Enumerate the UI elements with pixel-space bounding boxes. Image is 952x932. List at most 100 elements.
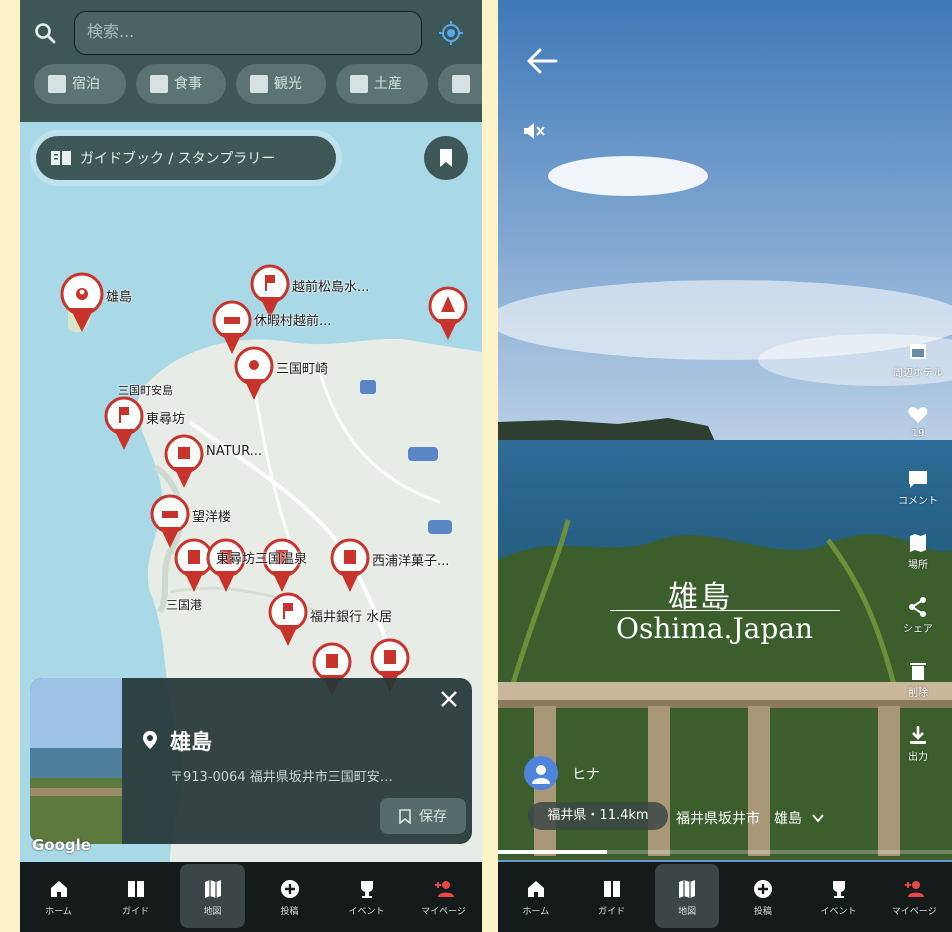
- overlay-divider: [610, 610, 840, 611]
- nav-home[interactable]: ホーム: [20, 862, 97, 932]
- share-icon: [909, 597, 926, 617]
- flag-icon: [250, 75, 268, 93]
- search-input[interactable]: 検索...: [74, 11, 422, 55]
- trash-icon: [910, 663, 926, 680]
- nav-label: イベント: [348, 906, 385, 917]
- video-progress-bar[interactable]: [498, 850, 952, 854]
- map-icon: [204, 879, 221, 898]
- pin-label: 三国港: [166, 598, 203, 612]
- close-icon[interactable]: [440, 690, 458, 708]
- nav-map[interactable]: 地図: [174, 862, 251, 932]
- nav-label: 地図: [203, 906, 222, 917]
- nav-label: 投稿: [753, 906, 772, 917]
- map-pin-boyoro[interactable]: [150, 494, 190, 548]
- comment-button[interactable]: コメント: [884, 468, 952, 507]
- place-button[interactable]: 場所: [884, 532, 952, 571]
- nav-label: ホーム: [522, 906, 550, 917]
- category-chip-lodging[interactable]: 宿泊: [34, 64, 126, 104]
- map-screen: 検索... 宿泊 食事 観光 土産 ガイドブック / スタンプラリー 雄島 越前…: [20, 0, 482, 932]
- map-pin-park[interactable]: [428, 286, 468, 340]
- map-pin-food-4[interactable]: [330, 538, 370, 592]
- category-chip-dining[interactable]: 食事: [136, 64, 226, 104]
- pin-label: 東尋坊三国温泉: [216, 552, 308, 567]
- category-chip-souvenir[interactable]: 土産: [336, 64, 428, 104]
- place-thumbnail[interactable]: [30, 678, 122, 844]
- category-chip-shrine[interactable]: [438, 64, 482, 104]
- pin-label: 雄島: [106, 290, 133, 305]
- pin-label: NATUR...: [206, 444, 263, 459]
- locate-icon[interactable]: [438, 20, 464, 46]
- map-pin-place[interactable]: [234, 346, 274, 400]
- export-button[interactable]: 出力: [884, 724, 952, 763]
- map-canvas[interactable]: ガイドブック / スタンプラリー 雄島 越前松島水... 休暇村越前... 三国…: [20, 122, 482, 862]
- pin-label: 三国町安島: [118, 384, 173, 397]
- nav-label: イベント: [820, 906, 857, 917]
- category-chip-sightseeing[interactable]: 観光: [236, 64, 326, 104]
- nav-mypage[interactable]: マイページ: [405, 862, 482, 932]
- user-avatar[interactable]: [524, 756, 558, 790]
- category-label: 宿泊: [72, 76, 100, 92]
- search-row: 検索...: [30, 10, 474, 56]
- action-label: 場所: [908, 560, 928, 571]
- save-button[interactable]: 保存: [380, 798, 466, 834]
- like-count: 19: [911, 428, 925, 439]
- category-filter-row: 宿泊 食事 観光 土産: [34, 64, 482, 104]
- location-text: 福井県坂井市 雄島: [676, 811, 802, 827]
- download-icon: [910, 726, 926, 744]
- video-progress-fill: [498, 850, 607, 854]
- like-button[interactable]: 19: [884, 404, 952, 439]
- nav-label: 地図: [678, 906, 697, 917]
- map-pin-flag-2[interactable]: [268, 592, 308, 646]
- mute-icon[interactable]: [522, 120, 546, 142]
- category-label: 土産: [374, 76, 402, 92]
- nav-guide[interactable]: ガイド: [97, 862, 174, 932]
- top-bar: 検索... 宿泊 食事 観光 土産: [20, 0, 482, 122]
- map-icon: [679, 879, 696, 898]
- map-pin-oshima[interactable]: [60, 272, 104, 332]
- share-button[interactable]: シェア: [884, 596, 952, 635]
- trophy-icon: [360, 880, 373, 898]
- nav-post[interactable]: 投稿: [725, 862, 801, 932]
- back-arrow-icon[interactable]: [526, 48, 558, 74]
- nearby-hotel-button[interactable]: 周辺ホテル: [884, 340, 952, 379]
- map-attribution: Google: [32, 836, 91, 854]
- plus-circle-icon: [280, 879, 299, 898]
- overlay-subtitle: Oshima.Japan: [616, 612, 814, 645]
- nav-mypage[interactable]: マイページ: [876, 862, 952, 932]
- add-user-icon: [434, 880, 454, 897]
- nav-label: ホーム: [45, 906, 72, 917]
- nav-event[interactable]: イベント: [328, 862, 405, 932]
- pin-label: 休暇村越前...: [254, 314, 332, 329]
- gift-icon: [350, 75, 368, 93]
- map-pin-food-1[interactable]: [174, 538, 214, 592]
- nav-label: マイページ: [891, 906, 937, 917]
- map-pin-natur[interactable]: [164, 434, 204, 488]
- user-icon: [532, 765, 550, 784]
- user-name[interactable]: ヒナ: [572, 764, 600, 784]
- restaurant-icon: [150, 75, 168, 93]
- map-pin-tojinbo[interactable]: [104, 396, 144, 450]
- nav-event[interactable]: イベント: [801, 862, 877, 932]
- bottom-nav: ホーム ガイド 地図 投稿 イベント マイページ: [498, 862, 952, 932]
- action-label: 出力: [908, 752, 928, 763]
- nav-post[interactable]: 投稿: [251, 862, 328, 932]
- bottom-nav: ホーム ガイド 地図 投稿 イベント マイページ: [20, 862, 482, 932]
- nav-map[interactable]: 地図: [649, 862, 725, 932]
- pin-label: 西浦洋菓子...: [372, 554, 450, 569]
- distance-chip: 福井県・11.4km: [528, 802, 668, 830]
- place-info-card[interactable]: 雄島 〒913-0064 福井県坂井市三国町安… 保存: [30, 678, 472, 844]
- action-label: シェア: [903, 624, 933, 635]
- pin-label: 福井銀行 水居: [310, 610, 393, 625]
- action-label: 削除: [908, 688, 928, 699]
- nav-home[interactable]: ホーム: [498, 862, 574, 932]
- place-title: 雄島: [170, 730, 212, 754]
- save-label: 保存: [419, 809, 447, 825]
- nav-guide[interactable]: ガイド: [574, 862, 650, 932]
- map-pin-hotel[interactable]: [212, 300, 252, 354]
- nav-label: 投稿: [280, 906, 299, 917]
- location-selector[interactable]: 福井県坂井市 雄島: [676, 808, 825, 828]
- pin-label: 東尋坊: [146, 412, 186, 427]
- video-player[interactable]: [498, 0, 952, 932]
- delete-button[interactable]: 削除: [884, 660, 952, 699]
- search-icon[interactable]: [34, 22, 56, 44]
